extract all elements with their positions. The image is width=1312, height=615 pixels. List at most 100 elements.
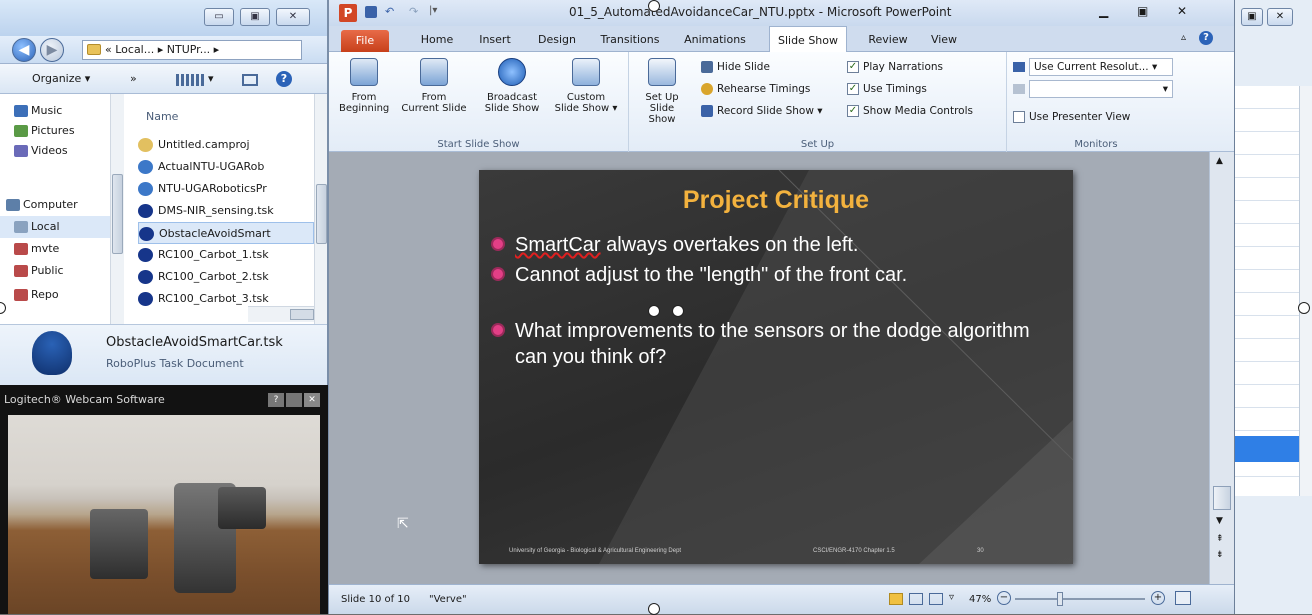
selected-cell[interactable] <box>1235 436 1299 462</box>
scroll-thumb[interactable] <box>112 174 123 254</box>
previous-slide-icon[interactable]: ⇞ <box>1216 534 1224 544</box>
nav-item-music[interactable]: Music <box>0 100 110 122</box>
scroll-thumb[interactable] <box>290 309 314 320</box>
next-slide-icon[interactable]: ⇟ <box>1216 550 1224 560</box>
resize-handle[interactable] <box>648 0 660 12</box>
redo-icon[interactable]: ↷ <box>409 5 418 18</box>
organize-button[interactable]: Organize ▾ <box>32 72 90 85</box>
slide-sorter-icon[interactable] <box>909 593 923 605</box>
zoom-in-icon[interactable]: + <box>1151 591 1165 605</box>
close-button[interactable]: ✕ <box>1267 8 1293 26</box>
theme-name[interactable]: "Verve" <box>429 594 467 605</box>
powerpoint-logo-icon[interactable]: P <box>339 4 357 22</box>
preview-pane-icon[interactable] <box>242 74 258 86</box>
normal-view-icon[interactable] <box>889 593 903 605</box>
file-item[interactable]: ActualNTU-UGARob <box>138 156 314 178</box>
tab-file[interactable]: File <box>341 30 389 52</box>
close-button[interactable]: ✕ <box>1177 4 1187 18</box>
tab-view[interactable]: View <box>927 26 961 52</box>
rotate-handle[interactable] <box>648 305 660 317</box>
close-button[interactable]: ✕ <box>304 393 320 407</box>
tab-review[interactable]: Review <box>865 26 911 52</box>
bullet-3[interactable]: What improvements to the sensors or the … <box>493 318 1055 370</box>
nav-item-videos[interactable]: Videos <box>0 140 110 162</box>
collapse-ribbon-icon[interactable]: ▵ <box>1181 32 1186 43</box>
nav-item-pictures[interactable]: Pictures <box>0 120 110 142</box>
resolution-dropdown[interactable]: Use Current Resolut... ▾ <box>1029 58 1173 76</box>
restore-button[interactable]: ▣ <box>1137 4 1148 18</box>
zoom-slider-thumb[interactable] <box>1057 592 1063 606</box>
tab-insert[interactable]: Insert <box>475 26 515 52</box>
rehearse-timings-button[interactable]: Rehearse Timings <box>701 80 810 98</box>
forward-button[interactable]: ▶ <box>40 38 64 62</box>
restore-button[interactable]: ▣ <box>1241 8 1263 26</box>
resize-handle[interactable] <box>1298 302 1310 314</box>
file-item[interactable]: Untitled.camproj <box>138 134 314 156</box>
slideshow-view-icon[interactable]: ▿ <box>949 592 954 603</box>
bullet-1[interactable]: SmartCar always overtakes on the left. <box>493 232 1055 258</box>
nav-item-public[interactable]: Public <box>0 260 110 282</box>
file-item[interactable]: DMS-NIR_sensing.tsk <box>138 200 314 222</box>
minimize-button[interactable]: ▁ <box>1099 4 1108 18</box>
minimize-button[interactable] <box>286 393 302 407</box>
show-on-dropdown[interactable]: ▾ <box>1029 80 1173 98</box>
scroll-thumb[interactable] <box>316 184 327 244</box>
from-beginning-button[interactable]: From Beginning <box>339 58 389 114</box>
scrollbar[interactable] <box>1299 86 1312 496</box>
use-presenter-view-checkbox[interactable]: Use Presenter View <box>1013 108 1130 126</box>
address-bar[interactable]: « Local... ▸ NTUPr... ▸ <box>82 40 302 60</box>
reading-view-icon[interactable] <box>929 593 943 605</box>
tab-slide-show[interactable]: Slide Show <box>769 26 847 53</box>
nav-item-computer[interactable]: Computer <box>0 194 110 216</box>
zoom-slider[interactable] <box>1015 598 1145 600</box>
slide-editing-area[interactable]: Project Critique SmartCar always overtak… <box>329 152 1209 584</box>
minimize-button[interactable]: ▭ <box>204 8 234 26</box>
scroll-thumb[interactable] <box>1213 486 1231 510</box>
scroll-down-icon[interactable]: ▼ <box>1216 516 1223 526</box>
set-up-slide-show-button[interactable]: Set Up Slide Show <box>637 58 687 125</box>
tab-transitions[interactable]: Transitions <box>597 26 663 52</box>
show-media-controls-checkbox[interactable]: ✓ Show Media Controls <box>847 102 973 120</box>
nav-item-repo[interactable]: Repo <box>0 284 110 306</box>
views-dropdown[interactable]: ▾ <box>208 72 214 85</box>
nav-item-local[interactable]: Local <box>0 216 110 238</box>
zoom-out-icon[interactable]: − <box>997 591 1011 605</box>
file-scrollbar[interactable] <box>314 94 327 324</box>
scroll-up-icon[interactable]: ▲ <box>1216 156 1223 166</box>
slide-scrollbar[interactable]: ▲ ▼ ⇞ ⇟ <box>1209 152 1234 584</box>
slide-title[interactable]: Project Critique <box>479 186 1073 215</box>
hide-slide-button[interactable]: Hide Slide <box>701 58 770 76</box>
close-button[interactable]: ✕ <box>276 8 310 26</box>
undo-icon[interactable]: ↶ <box>385 5 394 18</box>
record-slide-show-button[interactable]: Record Slide Show ▾ <box>701 102 823 120</box>
nav-scrollbar[interactable] <box>110 94 124 324</box>
play-narrations-checkbox[interactable]: ✓ Play Narrations <box>847 58 943 76</box>
file-item[interactable]: RC100_Carbot_1.tsk <box>138 244 314 266</box>
save-icon[interactable] <box>365 6 377 18</box>
bullet-2[interactable]: Cannot adjust to the "length" of the fro… <box>493 262 1055 288</box>
resize-handle[interactable] <box>648 603 660 615</box>
column-header-name[interactable]: Name <box>146 110 178 123</box>
maximize-button[interactable]: ▣ <box>240 8 270 26</box>
views-icon[interactable] <box>176 74 204 86</box>
use-timings-checkbox[interactable]: ✓ Use Timings <box>847 80 927 98</box>
tab-home[interactable]: Home <box>417 26 457 52</box>
file-item[interactable]: RC100_Carbot_2.tsk <box>138 266 314 288</box>
help-icon[interactable]: ? <box>268 393 284 407</box>
slide-canvas[interactable]: Project Critique SmartCar always overtak… <box>479 170 1073 564</box>
fit-to-window-icon[interactable] <box>1175 591 1191 605</box>
zoom-level[interactable]: 47% <box>969 594 991 605</box>
customize-qat-icon[interactable]: |▾ <box>429 5 437 16</box>
file-item[interactable]: ObstacleAvoidSmart <box>138 222 314 244</box>
nav-item-mvte[interactable]: mvte <box>0 238 110 260</box>
rotate-handle[interactable] <box>672 305 684 317</box>
broadcast-slide-show-button[interactable]: Broadcast Slide Show <box>481 58 543 114</box>
more-button[interactable]: » <box>130 72 137 85</box>
custom-slide-show-button[interactable]: Custom Slide Show ▾ <box>551 58 621 114</box>
help-icon[interactable]: ? <box>1199 31 1213 45</box>
from-current-slide-button[interactable]: From Current Slide <box>399 58 469 114</box>
tab-animations[interactable]: Animations <box>683 26 747 52</box>
back-button[interactable]: ◀ <box>12 38 36 62</box>
horizontal-scrollbar[interactable] <box>248 306 314 322</box>
file-item[interactable]: NTU-UGARoboticsPr <box>138 178 314 200</box>
